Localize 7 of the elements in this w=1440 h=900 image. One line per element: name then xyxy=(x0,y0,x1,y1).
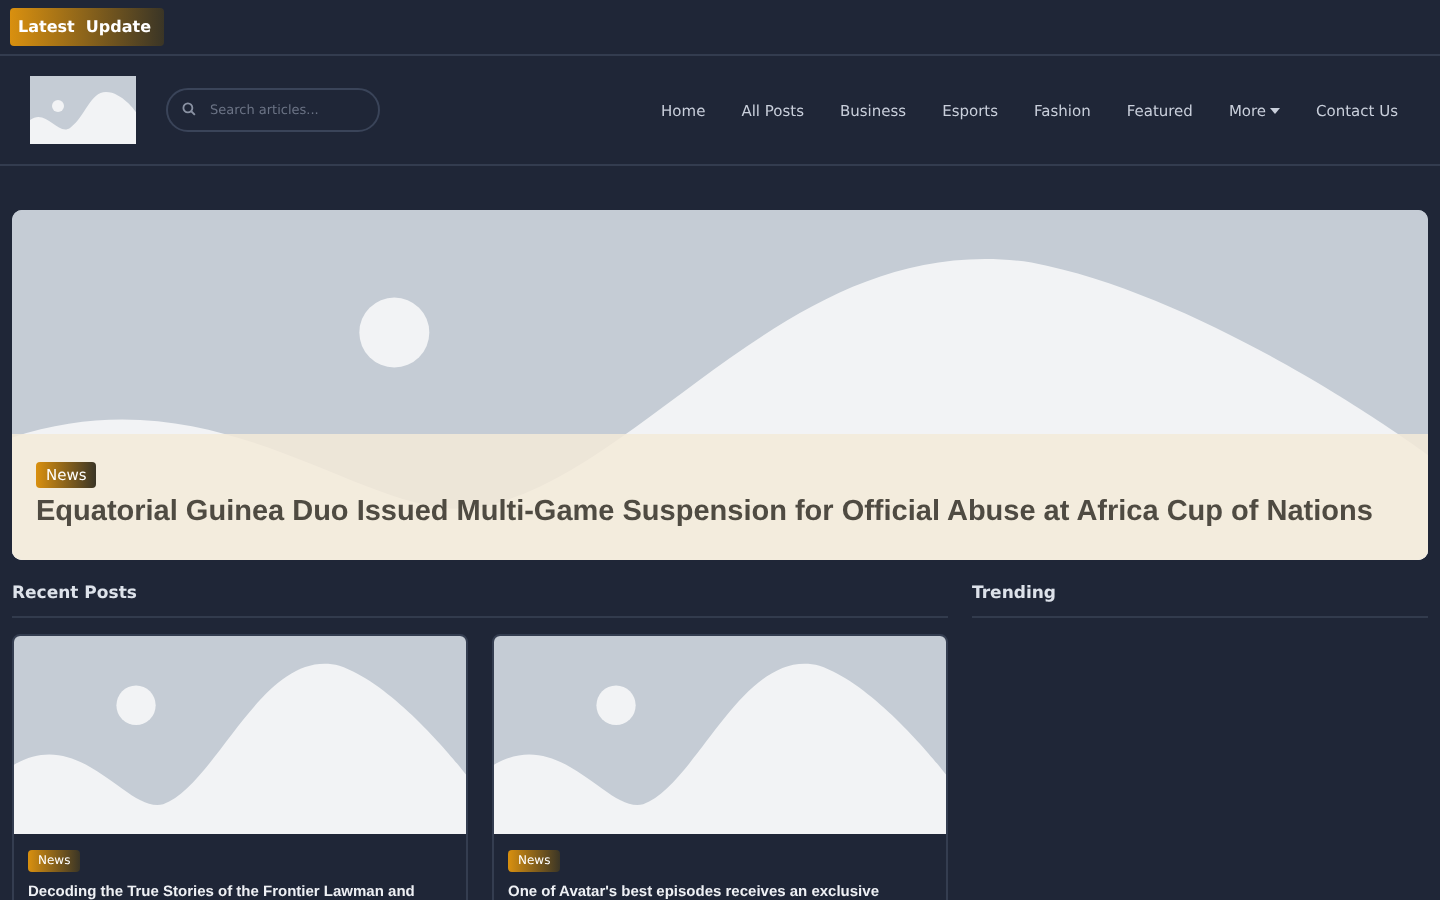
search-icon xyxy=(182,102,196,116)
caret-icon xyxy=(1270,107,1281,113)
logo-image-icon xyxy=(30,76,136,144)
hero-title[interactable]: Equatorial Guinea Duo Issued Multi-Game Suspension for Official Abuse at Africa Cup of Nations xyxy=(36,496,1373,528)
latest-update-label: Latest Update xyxy=(10,8,163,46)
section-heading: Recent Posts xyxy=(12,584,948,618)
section-heading: Trending xyxy=(972,584,1428,618)
